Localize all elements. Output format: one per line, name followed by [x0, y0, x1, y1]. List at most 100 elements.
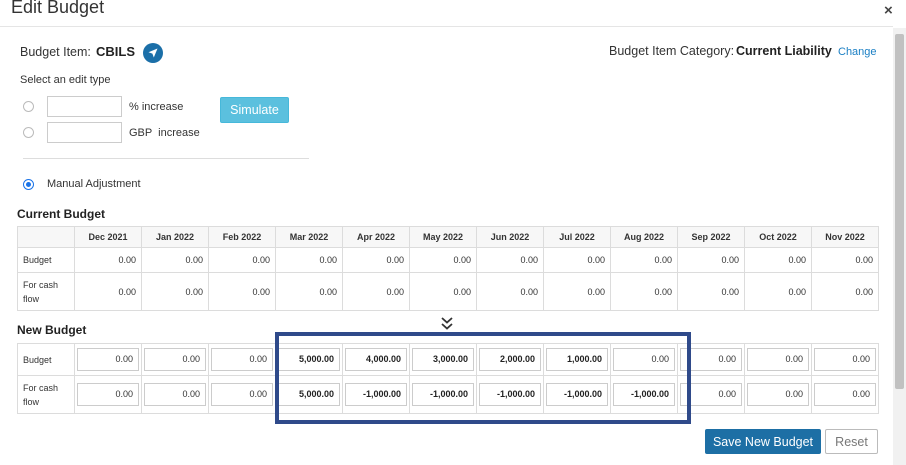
cashflow-input[interactable]: 0.00 — [747, 383, 809, 406]
table-cell: 0.00 — [811, 375, 879, 414]
scrollbar-thumb[interactable] — [895, 34, 904, 389]
budget-input[interactable]: 3,000.00 — [412, 348, 474, 371]
month-header: Feb 2022 — [208, 226, 276, 248]
budget-input[interactable]: 0.00 — [814, 348, 876, 371]
percent-increase-radio[interactable] — [23, 101, 34, 112]
table-cell: 0.00 — [74, 247, 142, 273]
table-cell: 0.00 — [677, 343, 745, 376]
cashflow-input[interactable]: 5,000.00 — [278, 383, 340, 406]
table-cell: -1,000.00 — [543, 375, 611, 414]
month-header: May 2022 — [409, 226, 477, 248]
row-label: For cash flow — [17, 375, 75, 414]
current-budget-table: Dec 2021 Jan 2022 Feb 2022 Mar 2022 Apr … — [17, 226, 879, 311]
table-row: For cash flow 0.00 0.00 0.00 5,000.00 -1… — [17, 375, 879, 414]
table-cell: 0.00 — [677, 272, 745, 311]
cashflow-input[interactable]: -1,000.00 — [479, 383, 541, 406]
cashflow-input[interactable]: 0.00 — [211, 383, 273, 406]
month-header: Dec 2021 — [74, 226, 142, 248]
month-header: Sep 2022 — [677, 226, 745, 248]
budget-input[interactable]: 0.00 — [211, 348, 273, 371]
table-cell: 0.00 — [409, 272, 477, 311]
table-row: For cash flow 0.00 0.00 0.00 0.00 0.00 0… — [17, 272, 879, 311]
cashflow-input[interactable]: -1,000.00 — [546, 383, 608, 406]
cashflow-input[interactable]: -1,000.00 — [412, 383, 474, 406]
table-cell: 0.00 — [141, 272, 209, 311]
percent-increase-input[interactable] — [47, 96, 122, 117]
table-cell: 0.00 — [677, 247, 745, 273]
table-cell: 0.00 — [141, 343, 209, 376]
table-cell: 0.00 — [342, 272, 410, 311]
table-cell: 0.00 — [208, 272, 276, 311]
double-chevron-down-icon[interactable] — [439, 316, 455, 332]
budget-input[interactable]: 0.00 — [77, 348, 139, 371]
table-cell: 0.00 — [610, 247, 678, 273]
cashflow-input[interactable]: 0.00 — [680, 383, 742, 406]
gbp-increase-input[interactable] — [47, 122, 122, 143]
cashflow-input[interactable]: -1,000.00 — [613, 383, 675, 406]
edit-type-divider — [23, 158, 309, 159]
table-cell: -1,000.00 — [342, 375, 410, 414]
table-cell: 0.00 — [543, 272, 611, 311]
table-cell: 0.00 — [610, 272, 678, 311]
budget-input[interactable]: 0.00 — [680, 348, 742, 371]
budget-item-value: CBILS — [96, 44, 135, 59]
cashflow-input[interactable]: -1,000.00 — [345, 383, 407, 406]
cashflow-input[interactable]: 0.00 — [77, 383, 139, 406]
table-cell: 0.00 — [275, 247, 343, 273]
budget-input[interactable]: 5,000.00 — [278, 348, 340, 371]
new-budget-table: Budget 0.00 0.00 0.00 5,000.00 4,000.00 … — [17, 343, 879, 414]
budget-input[interactable]: 0.00 — [613, 348, 675, 371]
cashflow-input[interactable]: 0.00 — [814, 383, 876, 406]
table-cell: 0.00 — [275, 272, 343, 311]
budget-input[interactable]: 2,000.00 — [479, 348, 541, 371]
table-cell: 0.00 — [409, 247, 477, 273]
close-icon[interactable]: × — [884, 2, 893, 19]
save-new-budget-button[interactable]: Save New Budget — [705, 429, 821, 454]
month-header: Jun 2022 — [476, 226, 544, 248]
table-cell: 2,000.00 — [476, 343, 544, 376]
gbp-increase-radio[interactable] — [23, 127, 34, 138]
simulate-button[interactable]: Simulate — [220, 97, 289, 123]
table-cell: 0.00 — [677, 375, 745, 414]
table-cell: 0.00 — [141, 247, 209, 273]
month-header: Jan 2022 — [141, 226, 209, 248]
month-header: Aug 2022 — [610, 226, 678, 248]
scrollbar[interactable] — [893, 28, 906, 465]
table-cell: 0.00 — [476, 247, 544, 273]
table-cell: 4,000.00 — [342, 343, 410, 376]
table-cell: 3,000.00 — [409, 343, 477, 376]
table-cell: 0.00 — [74, 375, 142, 414]
table-cell: -1,000.00 — [610, 375, 678, 414]
cashflow-input[interactable]: 0.00 — [144, 383, 206, 406]
row-label: Budget — [17, 247, 75, 273]
table-cell: 0.00 — [74, 272, 142, 311]
table-cell: 0.00 — [744, 375, 812, 414]
table-cell: 0.00 — [744, 272, 812, 311]
table-row: Budget 0.00 0.00 0.00 5,000.00 4,000.00 … — [17, 343, 879, 376]
budget-item-category-label: Budget Item Category: — [609, 44, 735, 58]
percent-increase-label: % increase — [129, 101, 184, 113]
table-cell: 0.00 — [744, 343, 812, 376]
table-cell: 1,000.00 — [543, 343, 611, 376]
budget-input[interactable]: 0.00 — [747, 348, 809, 371]
budget-item-label: Budget Item: — [20, 45, 91, 59]
manual-adjustment-radio[interactable] — [23, 179, 34, 190]
row-label: Budget — [17, 343, 75, 376]
table-cell: 0.00 — [342, 247, 410, 273]
modal-title: Edit Budget — [11, 0, 105, 17]
table-cell: -1,000.00 — [409, 375, 477, 414]
table-cell: 0.00 — [543, 247, 611, 273]
manual-adjustment-label: Manual Adjustment — [47, 178, 141, 190]
budget-input[interactable]: 4,000.00 — [345, 348, 407, 371]
month-header: Oct 2022 — [744, 226, 812, 248]
budget-input[interactable]: 1,000.00 — [546, 348, 608, 371]
budget-input[interactable]: 0.00 — [144, 348, 206, 371]
corner-cell — [17, 226, 75, 248]
table-row: Budget 0.00 0.00 0.00 0.00 0.00 0.00 0.0… — [17, 247, 879, 273]
table-cell: 0.00 — [208, 247, 276, 273]
table-cell: 0.00 — [811, 247, 879, 273]
reset-button[interactable]: Reset — [825, 429, 878, 454]
navigation-arrow-icon[interactable] — [143, 43, 163, 63]
month-header: Nov 2022 — [811, 226, 879, 248]
change-category-link[interactable]: Change — [838, 46, 877, 58]
